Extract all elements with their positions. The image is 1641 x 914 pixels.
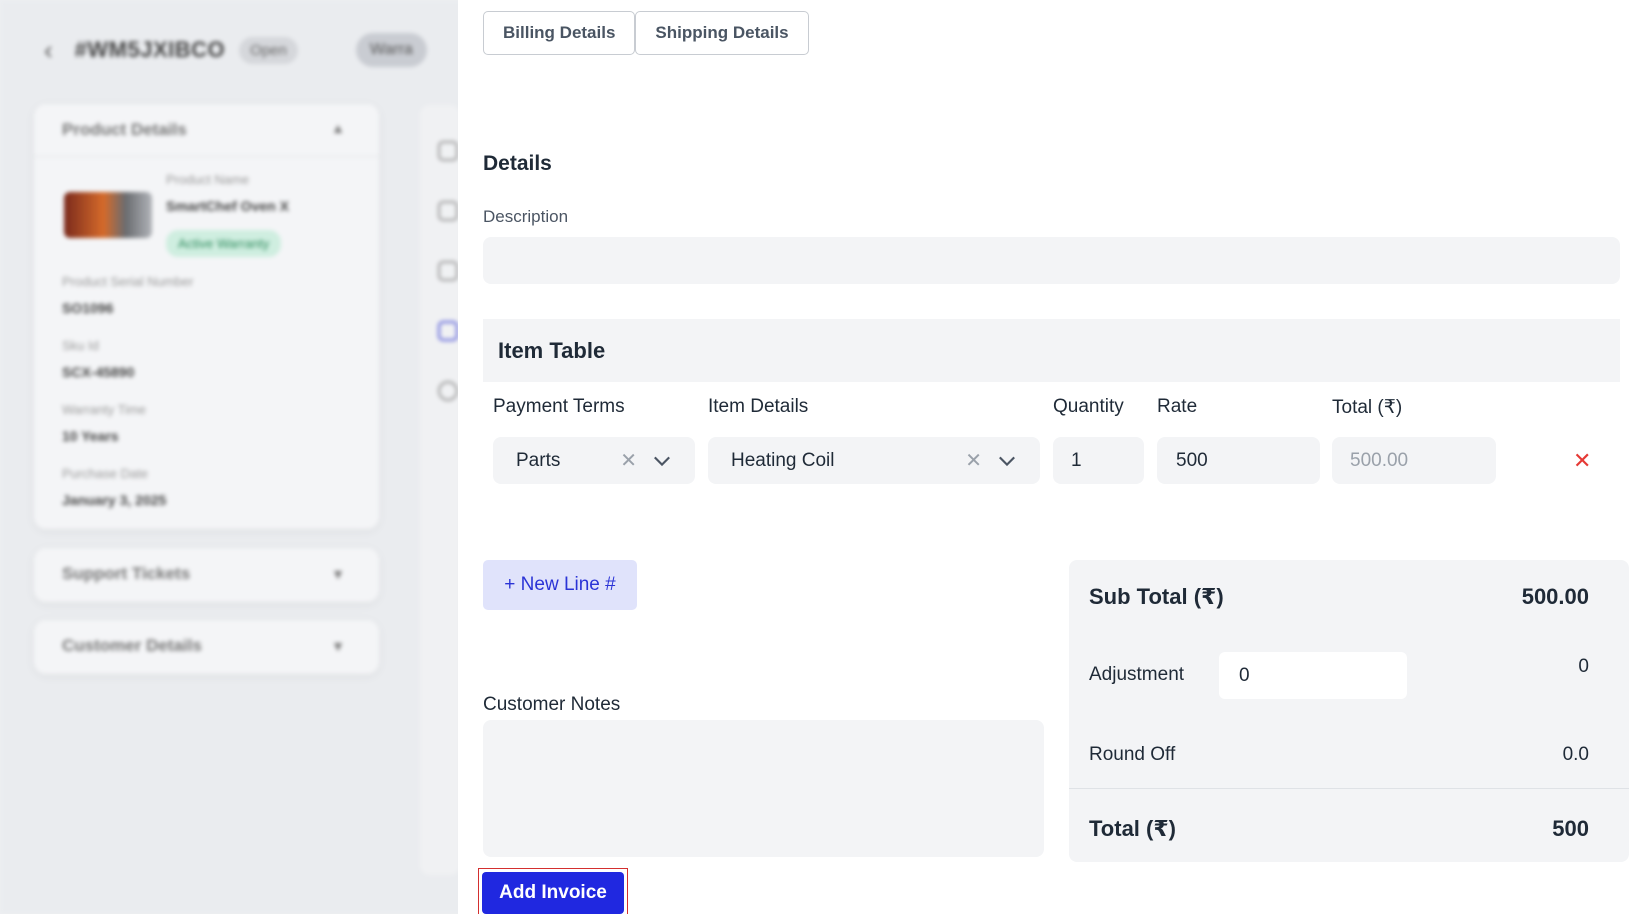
payment-terms-value: Parts <box>516 449 561 471</box>
col-item-details: Item Details <box>708 396 809 417</box>
add-invoice-button[interactable]: Add Invoice <box>482 872 624 914</box>
subtotal-value: 500.00 <box>1521 584 1589 609</box>
rate-value: 500 <box>1176 449 1208 471</box>
invoice-summary: Sub Total (₹) 500.00 Adjustment 0 Round … <box>1069 560 1629 862</box>
item-details-value: Heating Coil <box>731 449 835 471</box>
warranty-time-value: 10 Years <box>62 428 119 444</box>
col-payment-terms: Payment Terms <box>493 396 625 417</box>
description-label: Description <box>483 207 569 226</box>
item-table-title: Item Table <box>483 319 1620 382</box>
product-details-title: Product Details <box>62 120 187 139</box>
item-details-select[interactable]: Heating Coil ✕ <box>708 437 1040 484</box>
description-input[interactable] <box>483 237 1620 284</box>
product-details-card: Product Details ▲ Product Name SmartChef… <box>34 104 379 529</box>
col-quantity: Quantity <box>1053 396 1124 417</box>
roundoff-row: Round Off 0.0 <box>1089 744 1589 766</box>
adjustment-label: Adjustment <box>1089 664 1185 685</box>
adjustment-input[interactable] <box>1219 652 1407 699</box>
clear-icon[interactable]: ✕ <box>965 448 982 473</box>
sku-value: SCX-45890 <box>62 364 135 380</box>
contact-icon <box>438 261 458 281</box>
ticket-id: #WM5JXIBCO <box>74 37 226 62</box>
total-value: 500 <box>1552 816 1589 841</box>
details-title: Details <box>483 152 552 175</box>
chevron-down-icon[interactable] <box>998 452 1016 470</box>
chevron-down-icon: ▼ <box>331 566 345 582</box>
product-name: SmartChef Oven X <box>166 198 289 214</box>
address-tabs: Billing Details Shipping Details <box>483 11 809 55</box>
tab-shipping-details[interactable]: Shipping Details <box>635 11 809 55</box>
serial-label: Product Serial Number <box>62 274 194 289</box>
chat-icon <box>438 201 458 221</box>
line-total-field: 500.00 <box>1332 437 1496 484</box>
customer-notes-input[interactable] <box>483 720 1044 857</box>
total-row: Total (₹) 500 <box>1089 816 1589 842</box>
customer-details-title: Customer Details <box>62 636 202 655</box>
remove-row-icon[interactable]: ✕ <box>1573 448 1591 474</box>
subtotal-label: Sub Total (₹) <box>1089 584 1224 609</box>
warranty-badge: Active Warranty <box>166 230 282 257</box>
invoice-drawer: Billing Details Shipping Details Details… <box>458 0 1641 914</box>
total-label: Total (₹) <box>1089 816 1176 841</box>
status-badge: Open <box>239 36 298 64</box>
chevron-down-icon: ▼ <box>331 638 345 654</box>
purchase-date-label: Purchase Date <box>62 466 148 481</box>
support-tickets-title: Support Tickets <box>62 564 191 583</box>
clear-icon[interactable]: ✕ <box>620 448 637 473</box>
support-tickets-card: Support Tickets ▼ <box>34 548 379 602</box>
purchase-date-value: January 3, 2025 <box>62 492 167 508</box>
payment-terms-select[interactable]: Parts ✕ <box>493 437 695 484</box>
clock-icon <box>438 381 458 401</box>
add-invoice-highlight: Add Invoice <box>478 868 628 914</box>
quantity-value: 1 <box>1071 449 1082 471</box>
sku-label: Sku Id <box>62 338 99 353</box>
mail-icon <box>438 141 458 161</box>
product-name-label: Product Name <box>166 172 250 187</box>
customer-notes-label: Customer Notes <box>483 694 621 715</box>
chevron-up-icon: ▲ <box>331 120 345 136</box>
back-arrow-icon: ‹ <box>44 34 53 65</box>
bg-side-column <box>420 105 460 875</box>
col-rate: Rate <box>1157 396 1198 417</box>
rate-input[interactable]: 500 <box>1157 437 1320 484</box>
subtotal-row: Sub Total (₹) 500.00 <box>1089 584 1589 610</box>
invoice-icon <box>438 321 458 341</box>
warranty-time-label: Warranty Time <box>62 402 147 417</box>
line-total-value: 500.00 <box>1350 449 1409 471</box>
quantity-input[interactable]: 1 <box>1053 437 1144 484</box>
product-thumbnail <box>64 192 152 238</box>
roundoff-value: 0.0 <box>1562 744 1589 765</box>
chevron-down-icon[interactable] <box>653 452 671 470</box>
warranty-pill: Warra <box>355 33 427 67</box>
tab-billing-details[interactable]: Billing Details <box>483 11 636 55</box>
summary-divider <box>1069 788 1629 789</box>
roundoff-label: Round Off <box>1089 744 1176 765</box>
new-line-button[interactable]: + New Line # <box>483 560 637 610</box>
col-total: Total (₹) <box>1332 397 1403 418</box>
customer-details-card: Customer Details ▼ <box>34 620 379 674</box>
serial-value: SO1096 <box>62 300 114 316</box>
adjustment-value: 0 <box>1578 656 1589 677</box>
